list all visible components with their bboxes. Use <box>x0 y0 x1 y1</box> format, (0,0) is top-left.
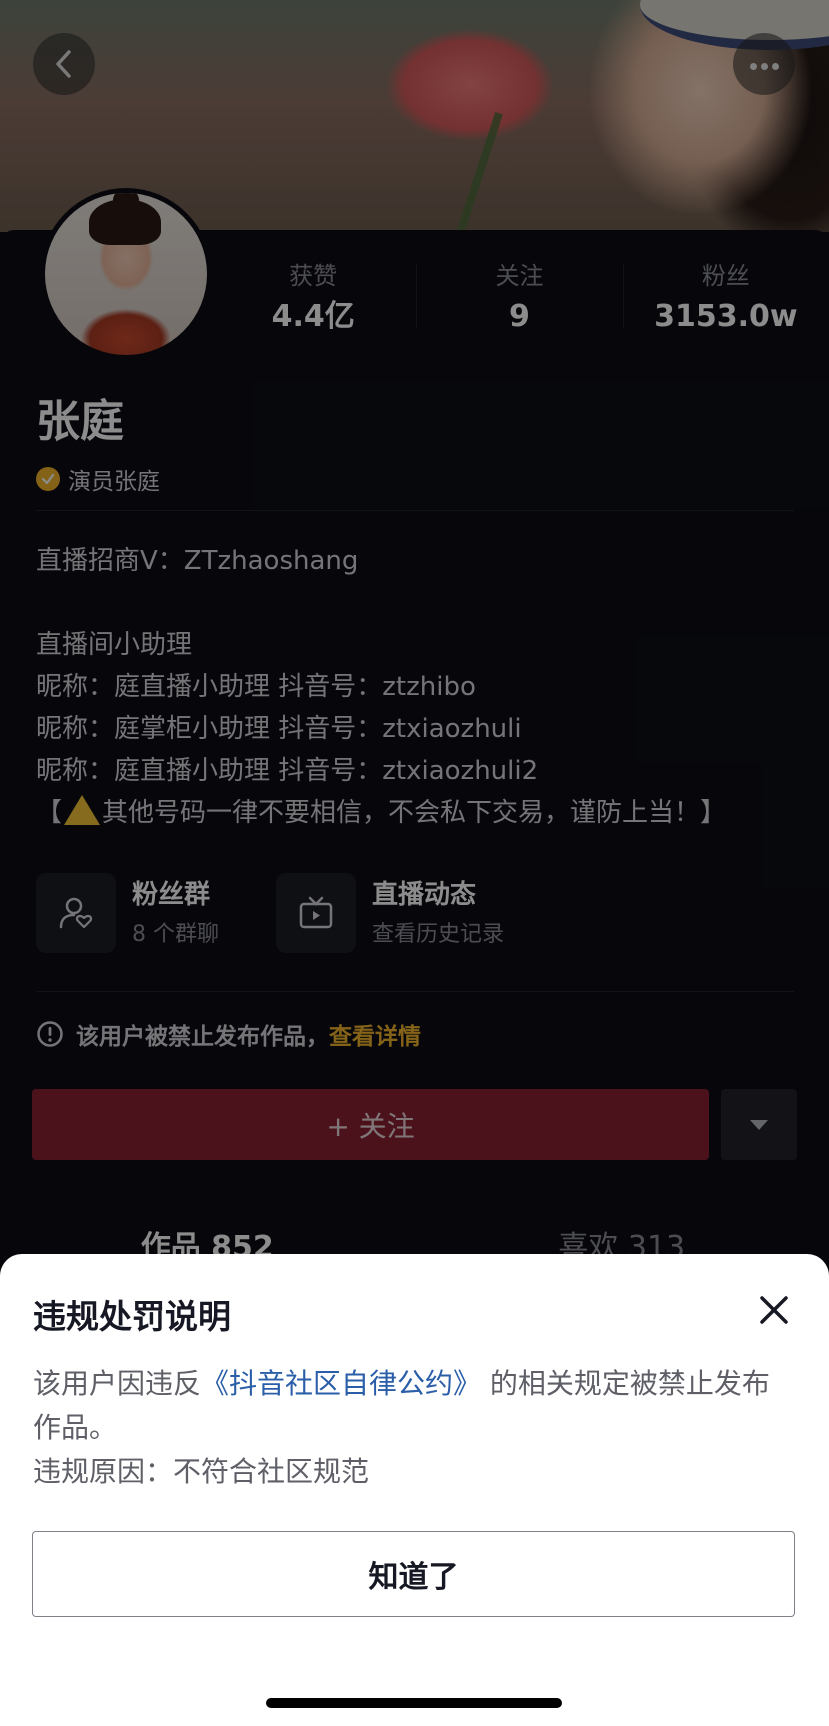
sheet-description: 该用户因违反《抖音社区自律公约》 的相关规定被禁止发布作品。 违规原因：不符合社… <box>33 1362 793 1494</box>
violation-reason: 违规原因：不符合社区规范 <box>33 1455 370 1488</box>
profile-page: 获赞 4.4亿 关注 9 粉丝 3153.0w 张庭 演员张庭 直播招商V：ZT… <box>0 0 829 1726</box>
close-button[interactable] <box>754 1290 794 1330</box>
violation-sheet: 违规处罚说明 该用户因违反《抖音社区自律公约》 的相关规定被禁止发布作品。 违规… <box>0 1254 829 1726</box>
got-it-button[interactable]: 知道了 <box>32 1531 795 1617</box>
close-icon <box>760 1296 788 1324</box>
community-convention-link[interactable]: 《抖音社区自律公约》 <box>201 1367 481 1400</box>
sheet-text-before: 该用户因违反 <box>33 1367 202 1400</box>
home-indicator <box>266 1698 562 1708</box>
sheet-title: 违规处罚说明 <box>33 1297 231 1336</box>
